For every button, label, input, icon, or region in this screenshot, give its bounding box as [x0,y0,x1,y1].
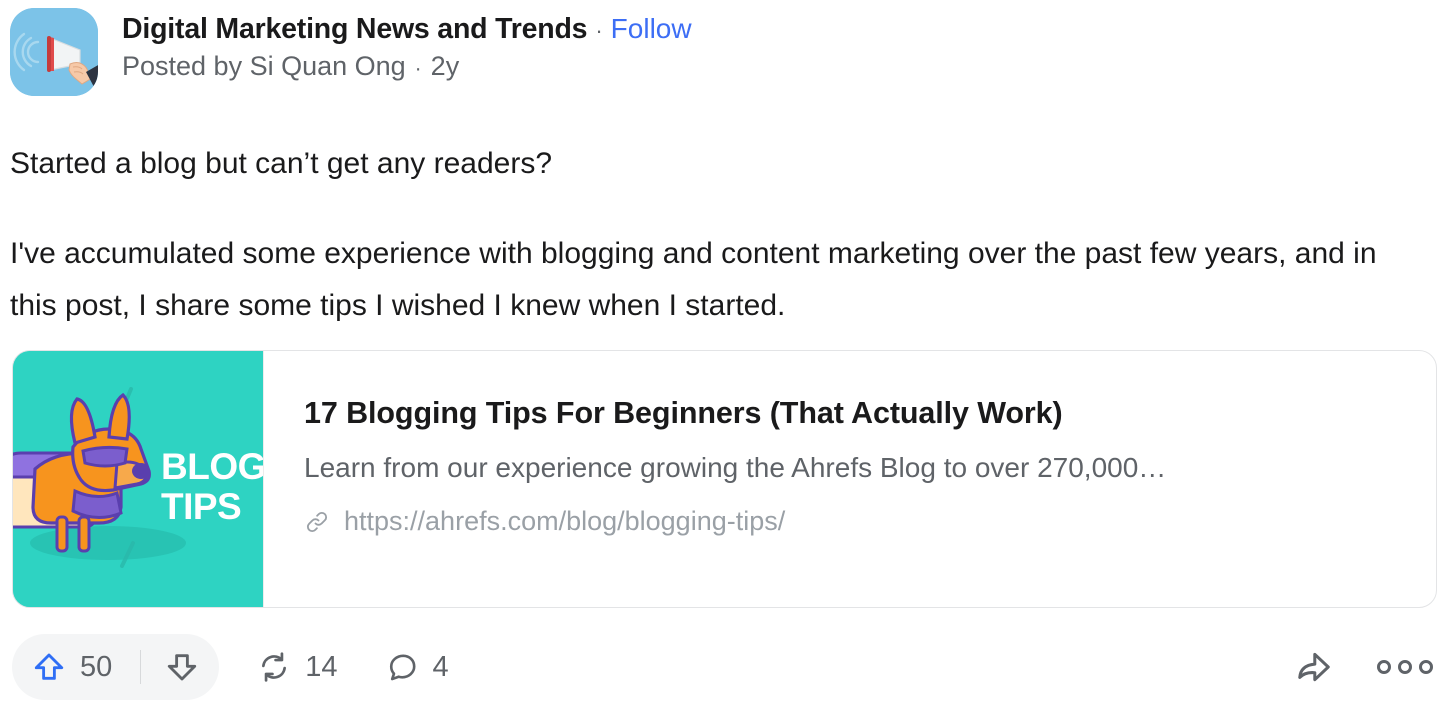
svg-text:BLOGG: BLOGG [161,446,263,487]
link-preview-card[interactable]: BLOGG TIPS 17 Blogging Tips For Beginner… [12,350,1437,608]
post-paragraph-2: I've accumulated some experience with bl… [10,237,1377,322]
community-name[interactable]: Digital Marketing News and Trends [122,13,588,46]
post-body: Started a blog but can’t get any readers… [10,138,1430,332]
post-paragraph-1: Started a blog but can’t get any readers… [10,147,553,180]
follow-button[interactable]: Follow [611,13,692,45]
share-button[interactable] [1285,642,1343,692]
link-card-title[interactable]: 17 Blogging Tips For Beginners (That Act… [304,396,1410,431]
comment-button[interactable]: 4 [376,645,459,690]
megaphone-icon [10,8,98,96]
post-author[interactable]: Posted by Si Quan Ong [122,51,406,82]
link-chain-icon [304,509,330,535]
post-meta: Digital Marketing News and Trends · Foll… [122,8,692,82]
meta-separator: · [595,18,603,43]
post-meta-primary: Digital Marketing News and Trends · Foll… [122,13,692,46]
upvote-button[interactable] [22,640,76,694]
more-dot-1 [1377,660,1391,674]
comment-bubble-icon [386,651,419,684]
link-card-description: Learn from our experience growing the Ah… [304,452,1167,483]
post-action-bar: 50 14 4 [12,634,1443,700]
post-meta-secondary: Posted by Si Quan Ong · 2y [122,51,692,82]
link-card-url-row[interactable]: https://ahrefs.com/blog/blogging-tips/ [304,506,1410,537]
link-thumbnail[interactable]: BLOGG TIPS [13,351,264,607]
post-header: Digital Marketing News and Trends · Foll… [10,8,692,96]
social-post: Digital Marketing News and Trends · Foll… [0,0,1455,720]
more-options-button[interactable] [1367,654,1443,680]
vote-divider [140,650,142,684]
more-dot-2 [1398,660,1412,674]
link-card-content: 17 Blogging Tips For Beginners (That Act… [264,351,1436,607]
link-card-url[interactable]: https://ahrefs.com/blog/blogging-tips/ [344,506,785,537]
post-age: 2y [430,51,460,81]
upvote-count: 50 [80,650,113,683]
repost-icon [257,650,291,684]
upvote-arrow-icon [34,653,64,680]
more-dot-3 [1419,660,1433,674]
comment-count: 4 [432,650,449,683]
blogging-tips-illustration: BLOGG TIPS [13,351,263,607]
downvote-button[interactable] [155,640,209,694]
repost-count: 14 [305,650,338,683]
vote-pill: 50 [12,634,220,700]
downvote-arrow-icon [168,654,197,681]
avatar[interactable] [10,8,98,96]
repost-button[interactable]: 14 [247,644,347,690]
svg-text:TIPS: TIPS [161,486,241,527]
meta-separator-2: · [414,57,422,80]
share-arrow-icon [1298,652,1330,682]
more-options-icon [1377,660,1433,674]
